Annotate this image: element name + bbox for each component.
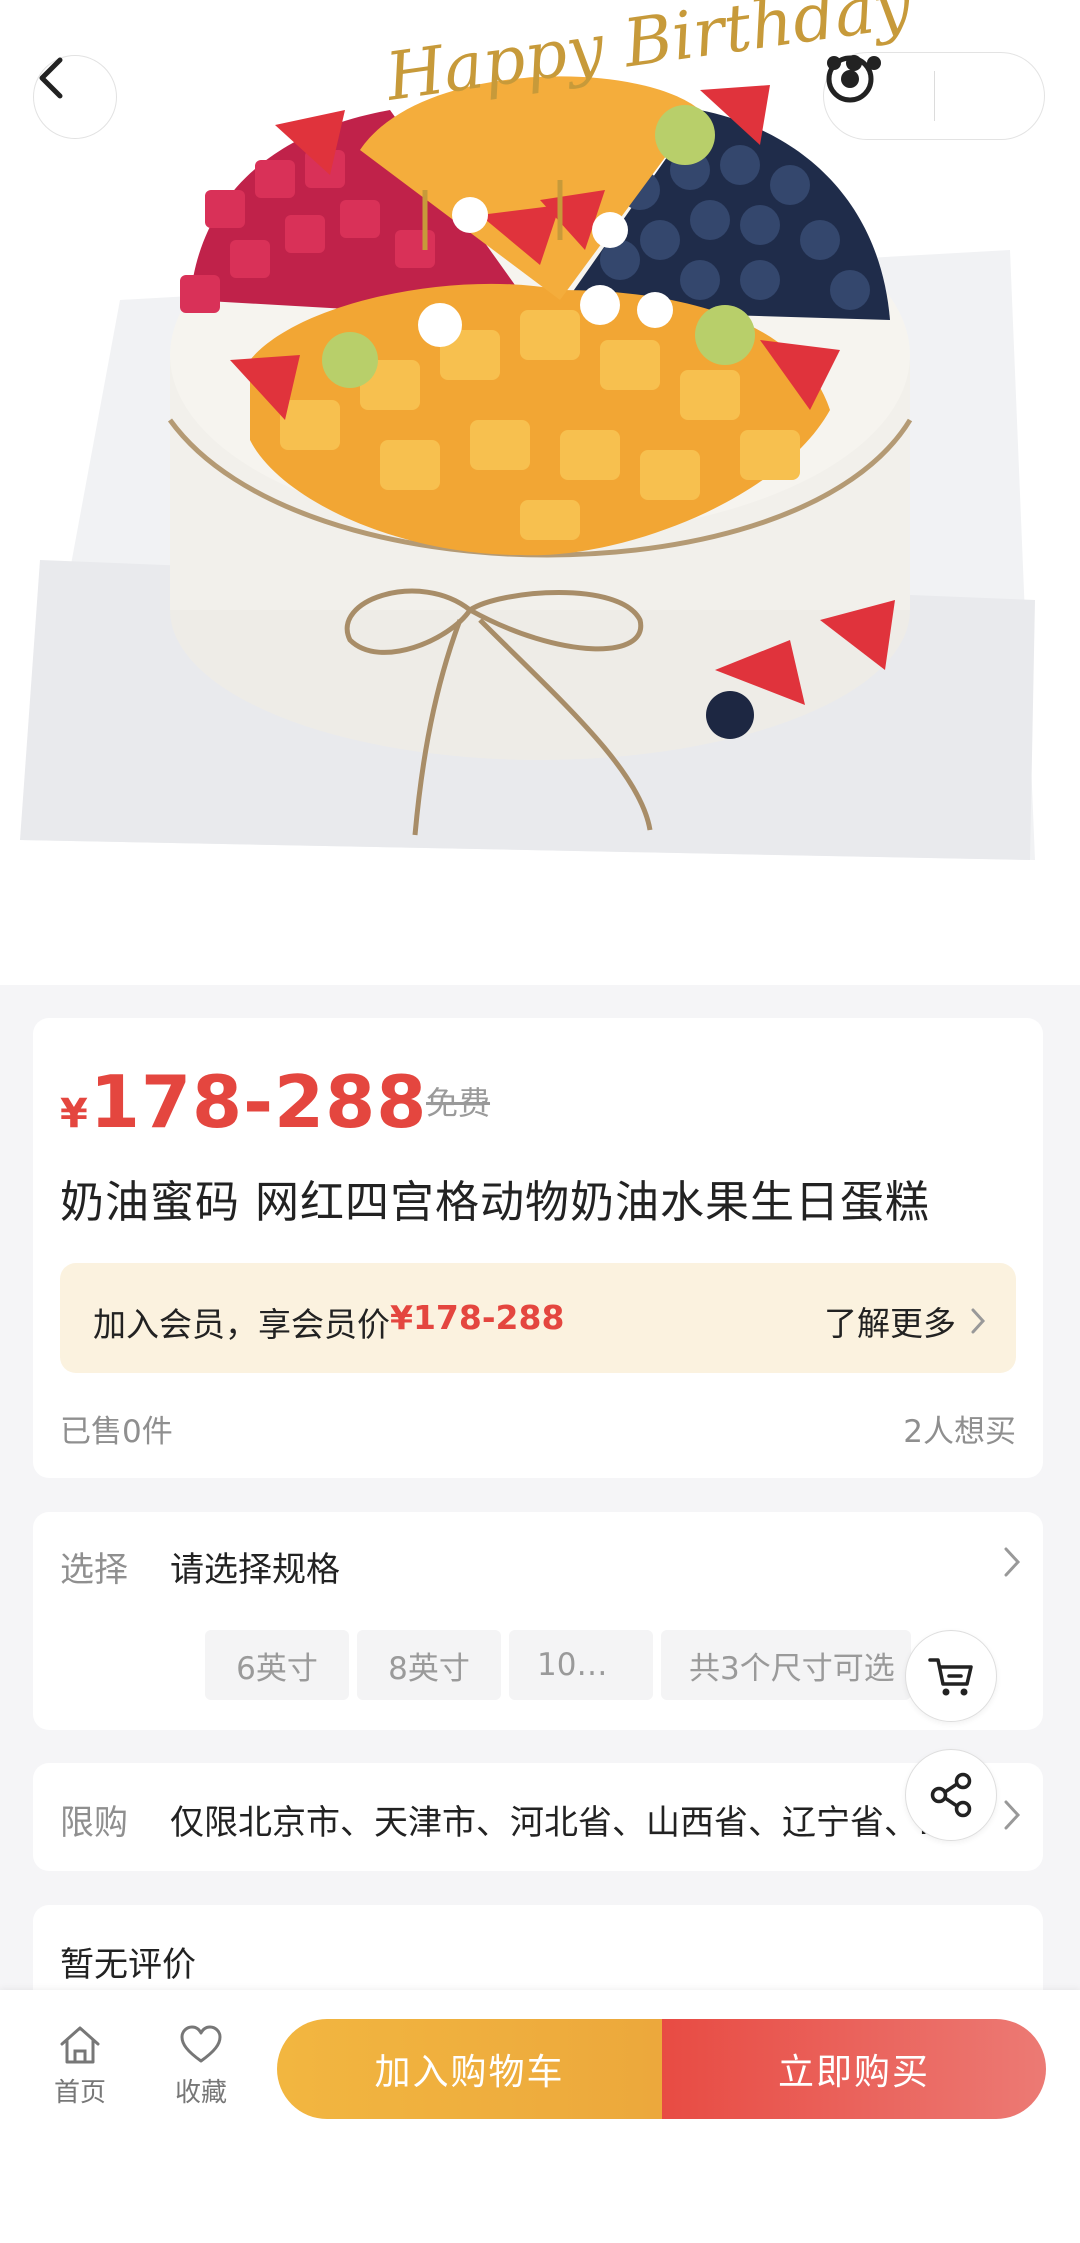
size-count-chip[interactable]: 共3个尺寸可选 — [661, 1630, 911, 1700]
size-chips: 6英寸 8英寸 10… 共3个尺寸可选 — [205, 1630, 911, 1700]
target-icon — [826, 55, 874, 103]
cake-illustration: Happy Birthday — [20, 0, 1035, 860]
product-image[interactable]: Happy Birthday — [0, 0, 1080, 985]
price: ¥ 178-288 — [60, 1060, 427, 1144]
member-banner[interactable]: 加入会员，享会员价 ¥178-288 了解更多 — [60, 1263, 1016, 1373]
home-icon — [60, 2026, 100, 2064]
product-title: 奶油蜜码 网红四宫格动物奶油水果生日蛋糕 — [60, 1177, 930, 1228]
bottom-action-bar: 首页 收藏 加入购物车 立即购买 — [0, 1990, 1080, 2243]
floating-cart-button[interactable] — [905, 1630, 997, 1722]
close-target-button[interactable] — [826, 53, 1045, 139]
back-icon — [39, 57, 63, 99]
limit-label: 限购 — [60, 1803, 128, 1843]
price-range: 178-288 — [89, 1060, 428, 1144]
chevron-right-icon — [1004, 1800, 1021, 1830]
home-tab[interactable]: 首页 — [35, 2024, 125, 2109]
cart-icon — [928, 1658, 973, 1696]
spec-label: 选择 — [60, 1550, 128, 1590]
spec-value: 请选择规格 — [170, 1550, 340, 1590]
want-count: 2人想买 — [903, 1414, 1016, 1450]
share-icon — [930, 1772, 972, 1818]
member-price: ¥178-288 — [390, 1298, 565, 1337]
add-to-cart-button[interactable]: 加入购物车 — [277, 2019, 662, 2119]
learn-more-link[interactable]: 了解更多 — [824, 1297, 986, 1345]
price-card: ¥ 178-288 免费 奶油蜜码 网红四宫格动物奶油水果生日蛋糕 加入会员，享… — [33, 1018, 1043, 1478]
purchase-limit[interactable]: 限购 仅限北京市、天津市、河北省、山西省、辽宁省、吉林省、黑龙江省 — [33, 1763, 1043, 1871]
size-chip-6[interactable]: 6英寸 — [205, 1630, 349, 1700]
mini-program-capsule — [823, 52, 1045, 140]
floating-share-button[interactable] — [905, 1749, 997, 1841]
back-button[interactable] — [33, 55, 117, 139]
chevron-right-icon — [971, 1308, 986, 1334]
chevron-right-icon — [1004, 1547, 1021, 1577]
currency-symbol: ¥ — [60, 1091, 88, 1137]
learn-more-label: 了解更多 — [824, 1304, 956, 1343]
sold-count: 已售0件 — [60, 1414, 173, 1450]
spec-selector[interactable]: 选择 请选择规格 6英寸 8英寸 10… 共3个尺寸可选 — [33, 1512, 1043, 1730]
home-label: 首页 — [53, 2078, 106, 2108]
buy-now-button[interactable]: 立即购买 — [662, 2019, 1046, 2119]
heart-icon — [180, 2025, 222, 2063]
favorite-label: 收藏 — [174, 2078, 227, 2108]
review-title: 暂无评价 — [60, 1945, 196, 1985]
limit-value: 仅限北京市、天津市、河北省、山西省、辽宁省、吉林省、黑龙江省 — [170, 1803, 960, 1843]
favorite-tab[interactable]: 收藏 — [156, 2024, 246, 2109]
price-tag: 免费 — [426, 1084, 491, 1122]
member-label: 加入会员，享会员价 — [93, 1305, 390, 1344]
member-text: 加入会员，享会员价 ¥178-288 — [93, 1298, 564, 1346]
size-chip-10[interactable]: 10… — [509, 1630, 653, 1700]
size-chip-8[interactable]: 8英寸 — [357, 1630, 501, 1700]
